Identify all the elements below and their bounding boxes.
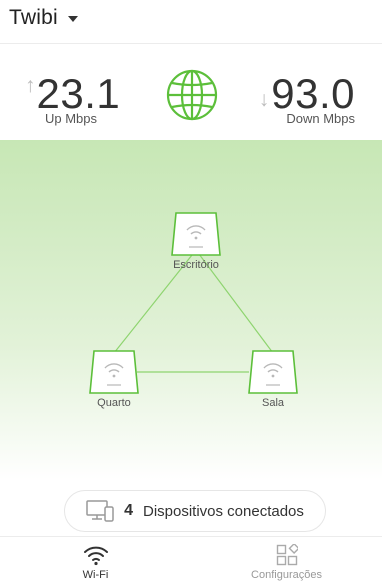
mesh-node-label: Quarto: [97, 397, 131, 409]
tab-configuracoes[interactable]: Configurações: [191, 537, 382, 585]
mesh-node-label: Sala: [261, 397, 285, 409]
upload-speed-value: 23.1: [36, 70, 121, 117]
router-icon: [89, 350, 139, 394]
network-name: Twibi: [9, 6, 58, 29]
mesh-node-sala[interactable]: Sala: [234, 348, 312, 409]
bottom-tab-bar: Wi-Fi Configurações: [0, 536, 382, 585]
wifi-icon: [83, 546, 108, 566]
app-header: Twibi: [0, 0, 382, 44]
tab-configuracoes-label: Configurações: [251, 569, 322, 581]
network-selector[interactable]: Twibi: [9, 6, 78, 30]
download-arrow-icon: ↓: [258, 88, 270, 111]
mesh-node-quarto[interactable]: Quarto: [75, 348, 153, 409]
connected-devices-button[interactable]: 4 Dispositivos conectados: [64, 490, 326, 532]
settings-grid-icon: [276, 544, 298, 566]
mesh-topology: Escritório Quarto Sala: [0, 140, 382, 480]
devices-label: Dispositivos conectados: [142, 502, 304, 520]
download-speed-value: 93.0: [271, 70, 355, 117]
tab-wifi[interactable]: Wi-Fi: [0, 537, 191, 585]
tab-wifi-label: Wi-Fi: [82, 569, 109, 581]
router-icon: [171, 212, 221, 256]
upload-speed: ↑ 23.1 Up Mbps: [25, 70, 121, 126]
upload-arrow-icon: ↑: [25, 74, 36, 97]
router-icon: [248, 350, 298, 394]
devices-icon: [86, 500, 114, 522]
globe-icon: [166, 69, 218, 121]
mesh-node-label: Escritório: [173, 259, 219, 271]
caret-down-icon: [67, 16, 78, 22]
devices-count: 4: [124, 502, 133, 519]
mesh-node-escritorio[interactable]: Escritório: [157, 210, 235, 271]
mesh-links: [113, 249, 274, 373]
download-speed: ↓ 93.0 Down Mbps: [258, 70, 355, 126]
